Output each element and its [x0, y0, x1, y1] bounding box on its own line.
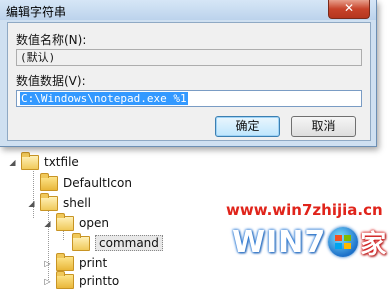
- folder-open-icon: [72, 232, 90, 251]
- windows-flag-icon: [328, 227, 359, 257]
- tree-item-printto[interactable]: ▷ printto: [43, 270, 120, 291]
- expand-icon[interactable]: ▷: [43, 259, 52, 268]
- folder-icon: [40, 172, 58, 191]
- tree-item-label: DefaultIcon: [63, 176, 132, 190]
- tree-item-open[interactable]: ◢ open: [43, 212, 109, 233]
- dialog-titlebar[interactable]: 编辑字符串 ✕: [0, 0, 376, 20]
- value-data-label: 数值数据(V):: [16, 74, 86, 88]
- tree-item-defaulticon[interactable]: DefaultIcon: [27, 172, 132, 193]
- tree-item-label: command: [95, 235, 163, 251]
- value-data-text: C:\Windows\notepad.exe %1: [20, 92, 188, 105]
- collapse-icon[interactable]: ◢: [8, 158, 17, 167]
- dialog-title: 编辑字符串: [6, 5, 67, 19]
- watermark-win7-text: WIN7: [232, 224, 327, 260]
- folder-open-icon: [56, 212, 74, 231]
- close-icon: ✕: [343, 1, 355, 15]
- tree-item-label: shell: [63, 196, 91, 210]
- edit-string-dialog: 编辑字符串 ✕ 数值名称(N): (默认) 数值数据(V): C:\Window…: [0, 0, 377, 147]
- tree-item-print[interactable]: ▷ print: [43, 252, 108, 273]
- folder-icon: [56, 252, 74, 271]
- folder-icon: [56, 270, 74, 289]
- value-name-text: (默认): [20, 51, 56, 64]
- ok-button[interactable]: 确定: [215, 116, 280, 137]
- tree-item-label: txtfile: [44, 155, 79, 169]
- tree-item-label: print: [79, 256, 108, 270]
- value-name-field: (默认): [16, 49, 362, 66]
- collapse-icon[interactable]: ◢: [27, 199, 36, 208]
- folder-open-icon: [21, 151, 39, 170]
- watermark-jia-text: 家: [360, 229, 387, 260]
- tree-item-txtfile[interactable]: ◢ txtfile: [8, 151, 79, 172]
- collapse-icon[interactable]: ◢: [43, 219, 52, 228]
- dialog-body: 数值名称(N): (默认) 数值数据(V): C:\Windows\notepa…: [7, 22, 371, 141]
- value-name-label: 数值名称(N):: [16, 33, 87, 47]
- tree-item-shell[interactable]: ◢ shell: [27, 192, 91, 213]
- tree-item-label: open: [79, 216, 109, 230]
- expand-icon[interactable]: ▷: [43, 277, 52, 286]
- tree-item-command[interactable]: command: [59, 232, 163, 253]
- tree-item-label: printto: [79, 274, 120, 288]
- watermark-logo: WIN7 家: [232, 220, 386, 264]
- folder-open-icon: [40, 192, 58, 211]
- cancel-button[interactable]: 取消: [291, 116, 356, 137]
- watermark-url: www.win7zhijia.cn: [226, 201, 383, 219]
- value-data-input[interactable]: C:\Windows\notepad.exe %1: [16, 90, 362, 107]
- close-button[interactable]: ✕: [328, 0, 370, 19]
